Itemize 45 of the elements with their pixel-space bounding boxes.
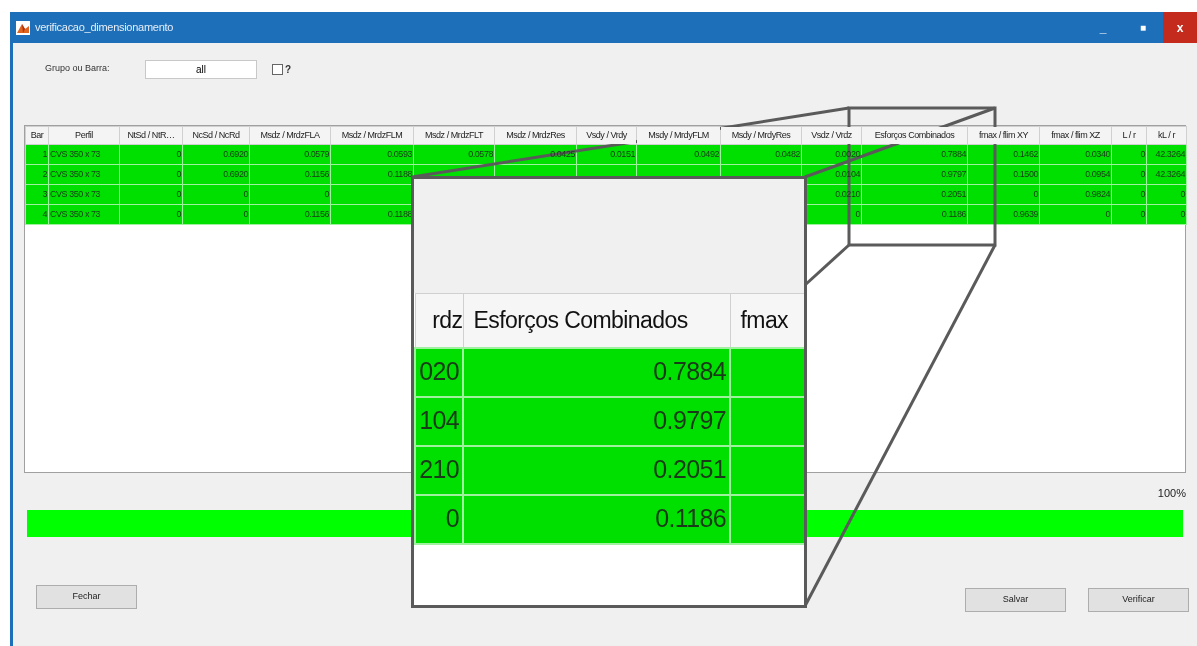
column-header[interactable]: Vsdz / Vrdz [801,126,862,145]
checkbox[interactable] [272,63,283,75]
column-header[interactable]: NcSd / NcRd [182,126,250,145]
table-cell: 210 [415,445,463,495]
minimize-button[interactable]: _ [1083,12,1123,43]
action-button[interactable]: Fechar [36,584,137,609]
table-cell: 3 [25,184,49,205]
table-cell: 2 [25,164,49,185]
column-header: Esforços Combinados [463,293,730,348]
group-input-field[interactable]: all [145,59,257,79]
progress-percent: 100% [1157,486,1186,501]
column-header[interactable]: Msdy / MrdyRes [720,126,802,145]
column-header[interactable]: fmax / flim XZ [1039,126,1112,145]
checkbox-label: ? [285,62,292,77]
column-header[interactable]: Msdy / MrdyFLM [636,126,721,145]
column-header: fmax [730,293,804,348]
action-button[interactable]: Verificar [1088,587,1189,612]
column-header[interactable]: Esforços Combinados [861,126,968,145]
window-title: verificacao_dimensionamento [35,20,174,36]
column-header[interactable]: Vsdy / Vrdy [576,126,637,145]
column-header[interactable]: NtSd / NtR… [119,126,183,145]
table-cell: 1 [25,144,49,165]
table-cell: 0.2051 [463,445,730,495]
close-button[interactable]: x [1163,12,1197,43]
table-cell: 0.9797 [463,396,730,446]
table-cell: 0.1186 [463,494,730,544]
table-cell: 104 [415,396,463,446]
action-button[interactable]: Salvar [965,587,1066,612]
table-cell: 020 [415,347,463,397]
column-header[interactable]: Msdz / MrdzFLT [413,126,495,145]
table-cell: 0 [415,494,463,544]
column-header[interactable]: fmax / flim XY [967,126,1040,145]
column-header[interactable]: Msdz / MrdzRes [494,126,577,145]
table-cell: 4 [25,204,49,225]
column-header[interactable]: Perfil [48,126,120,145]
column-header[interactable]: L / r [1111,126,1147,145]
field-label: Grupo ou Barra: [45,62,111,76]
column-header[interactable]: Msdz / MrdzFLA [249,126,331,145]
column-header[interactable]: Bar [25,126,49,145]
table-cell: 0.7884 [463,347,730,397]
column-header[interactable]: kL / r [1146,126,1187,145]
column-header: rdz [415,293,463,348]
app-icon [16,20,30,35]
column-header[interactable]: Msdz / MrdzFLM [330,126,414,145]
maximize-button[interactable]: ■ [1123,12,1163,43]
